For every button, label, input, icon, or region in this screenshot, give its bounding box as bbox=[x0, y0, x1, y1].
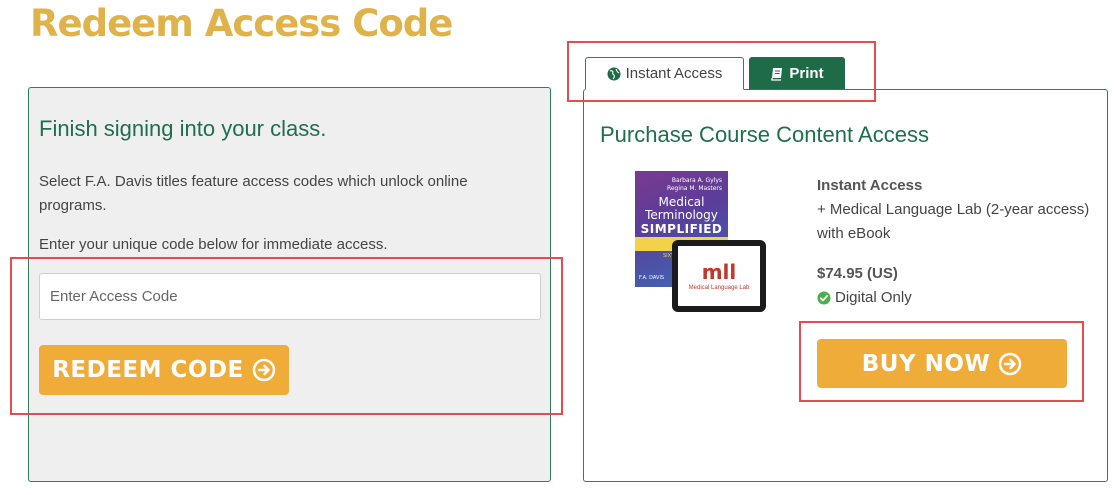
redeem-heading: Finish signing into your class. bbox=[39, 116, 327, 141]
page-title: Redeem Access Code bbox=[30, 2, 453, 45]
tab-print[interactable]: Print bbox=[749, 57, 845, 90]
mll-logo: mll bbox=[701, 260, 737, 284]
redeem-instruction: Enter your unique code below for immedia… bbox=[39, 236, 388, 253]
buy-now-button[interactable]: BUY NOW bbox=[817, 339, 1067, 388]
product-name: Instant Access bbox=[817, 177, 923, 194]
book-title-1: Medical bbox=[658, 195, 705, 209]
redeem-description: Select F.A. Davis titles feature access … bbox=[39, 173, 468, 214]
purchase-heading: Purchase Course Content Access bbox=[600, 122, 929, 147]
redeem-panel: Finish signing into your class. Select F… bbox=[28, 87, 551, 482]
arrow-circle-right-icon bbox=[252, 358, 276, 382]
check-circle-icon bbox=[817, 291, 831, 305]
book-title-2: Terminology bbox=[645, 208, 718, 222]
access-code-input[interactable] bbox=[39, 273, 541, 320]
product-info: Instant Access + Medical Language Lab (2… bbox=[817, 174, 1102, 310]
tablet-caption: Medical Language Lab bbox=[688, 285, 750, 291]
redeem-code-button[interactable]: REDEEM CODE bbox=[39, 345, 289, 395]
book-title-3: SIMPLIFIED bbox=[640, 222, 723, 236]
book-author-1: Barbara A. Gylys bbox=[671, 177, 722, 184]
tablet-image: mll Medical Language Lab bbox=[672, 240, 766, 312]
redeem-code-label: REDEEM CODE bbox=[52, 357, 244, 383]
globe-icon bbox=[607, 67, 621, 80]
tab-instant-access[interactable]: Instant Access bbox=[585, 57, 744, 90]
product-price: $74.95 (US) bbox=[817, 265, 898, 282]
book-icon bbox=[771, 67, 783, 81]
availability-row: Digital Only bbox=[817, 286, 1102, 310]
tab-instant-access-label: Instant Access bbox=[625, 65, 723, 82]
buy-now-label: BUY NOW bbox=[861, 350, 991, 377]
tab-print-label: Print bbox=[789, 65, 824, 82]
arrow-circle-right-icon bbox=[999, 352, 1022, 375]
availability-label: Digital Only bbox=[835, 289, 912, 306]
purchase-panel: Purchase Course Content Access Barbara A… bbox=[583, 89, 1108, 482]
product-detail: + Medical Language Lab (2-year access) w… bbox=[817, 201, 1090, 242]
book-author-2: Regina M. Masters bbox=[666, 185, 722, 192]
